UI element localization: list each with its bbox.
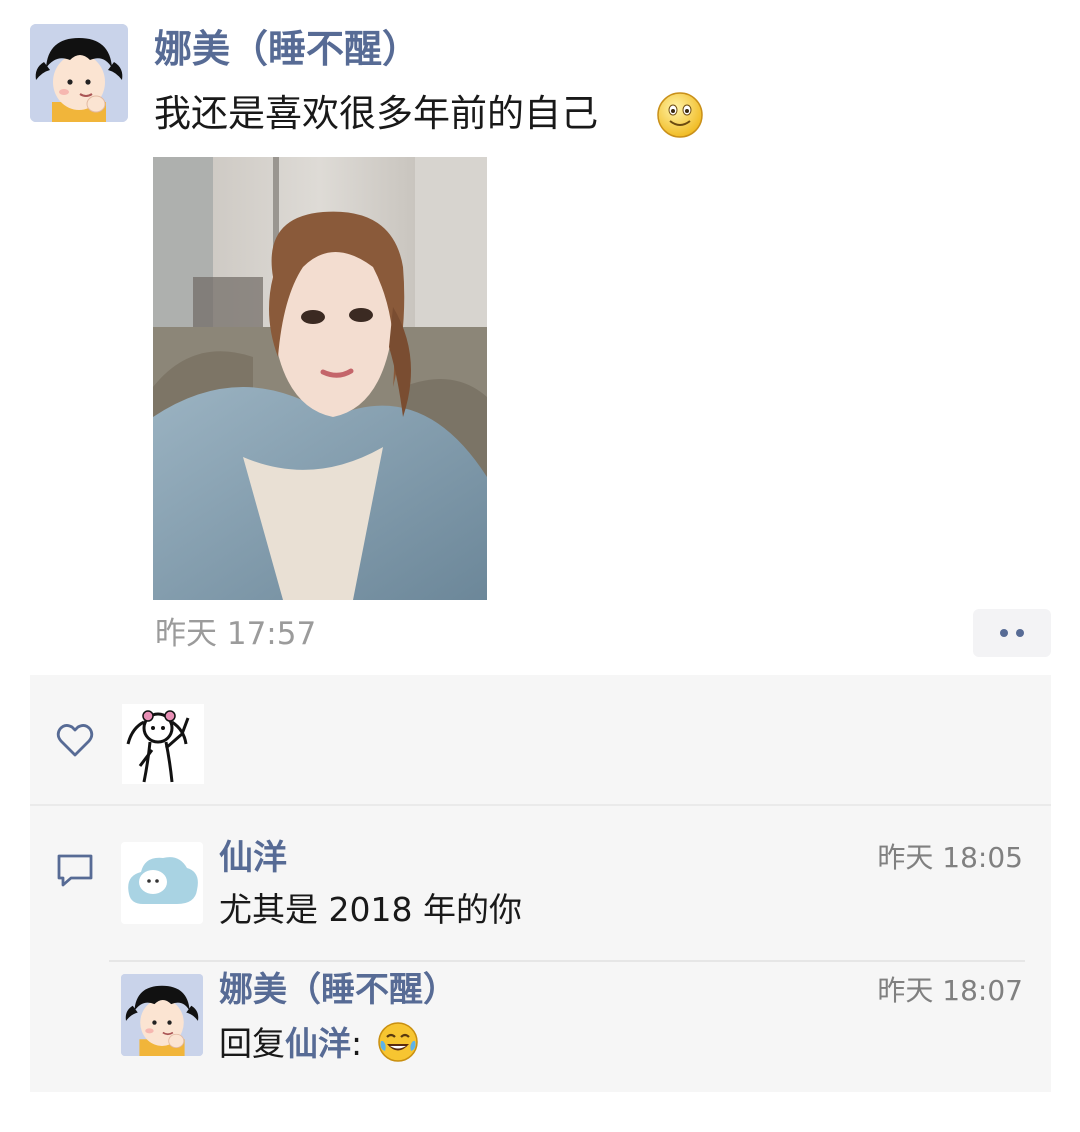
tears-of-joy-emoji-icon (377, 1022, 418, 1062)
comment-text[interactable]: 尤其是 2018 年的你 (219, 886, 522, 934)
comment-timestamp: 昨天 18:05 (877, 841, 1023, 874)
more-dot-icon (1016, 629, 1024, 637)
more-actions-button[interactable] (973, 609, 1051, 657)
cloud-sheep-avatar-image (121, 842, 203, 924)
post-text: 我还是喜欢很多年前的自己 (154, 92, 598, 135)
post-timestamp: 昨天 17:57 (155, 616, 317, 652)
comment-author-name[interactable]: 仙洋 (219, 834, 287, 882)
selfie-photo-image (153, 157, 487, 600)
reply-colon: : (351, 1024, 363, 1063)
post-author-avatar[interactable] (30, 24, 128, 122)
comment-author-name[interactable]: 娜美（睡不醒） (219, 966, 457, 1014)
more-dot-icon (1000, 629, 1008, 637)
comment-icon (57, 854, 93, 887)
commenter-avatar[interactable] (121, 842, 203, 924)
reply-prefix: 回复 (219, 1024, 285, 1063)
reply-comment-text[interactable]: 回复仙洋: (219, 1020, 419, 1068)
heart-icon (56, 724, 94, 757)
cartoon-girl-avatar-image (121, 974, 203, 1056)
doodle-girl-avatar-image (122, 704, 204, 784)
commenter-avatar[interactable] (121, 974, 203, 1056)
likes-divider (30, 804, 1051, 806)
smile-emoji-icon (657, 92, 703, 138)
reply-target-name[interactable]: 仙洋 (285, 1024, 351, 1063)
post-author-name[interactable]: 娜美（睡不醒） (154, 22, 420, 76)
comment-divider (109, 960, 1025, 962)
liker-avatar[interactable] (122, 704, 204, 784)
cartoon-girl-avatar-image (30, 24, 128, 122)
post-photo[interactable] (153, 157, 487, 600)
comment-timestamp: 昨天 18:07 (877, 974, 1023, 1007)
